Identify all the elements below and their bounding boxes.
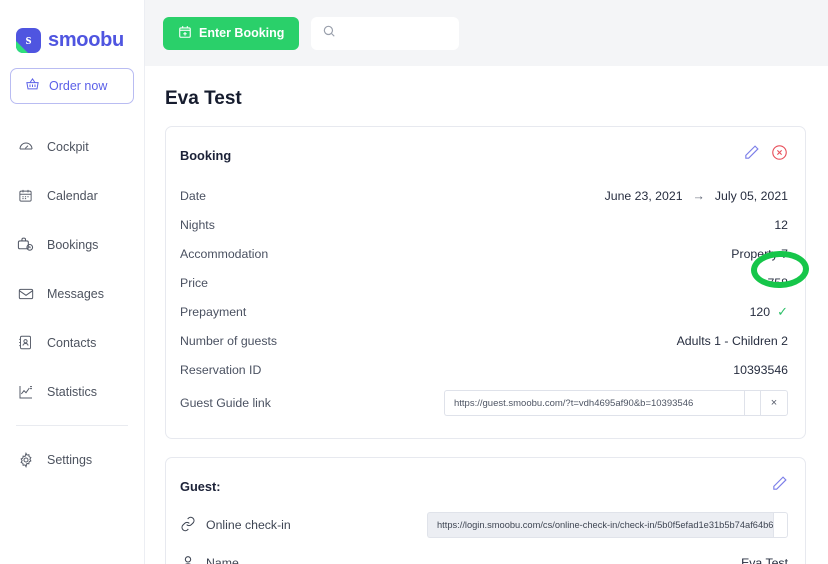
guest-name-value: Eva Test: [741, 556, 788, 564]
delete-circle-icon[interactable]: [771, 144, 788, 166]
row-label-group: Online check-in: [180, 516, 291, 535]
enter-booking-button[interactable]: Enter Booking: [163, 16, 300, 50]
booking-row-guests: Number of guests Adults 1 - Children 2: [180, 326, 788, 355]
row-value: 120 ✓: [750, 304, 788, 320]
row-label: Date: [180, 188, 206, 203]
pencil-icon[interactable]: [771, 475, 788, 497]
sidebar-item-label: Cockpit: [47, 139, 89, 154]
guest-guide-link-input[interactable]: https://guest.smoobu.com/?t=vdh4695af90&…: [444, 390, 744, 416]
order-now-label: Order now: [49, 79, 108, 93]
order-now-button[interactable]: Order now: [10, 68, 134, 104]
prepayment-amount: 120: [749, 304, 771, 319]
row-value: June 23, 2021 → July 05, 2021: [605, 189, 788, 203]
sidebar-item-label: Messages: [47, 286, 104, 301]
basket-icon: [25, 77, 40, 95]
calendar-icon: [17, 187, 34, 204]
guest-guide-link-group: https://guest.smoobu.com/?t=vdh4695af90&…: [444, 390, 788, 416]
sidebar-nav: Cockpit Calendar Bookings Messages Conta…: [0, 122, 144, 484]
search-icon: [322, 24, 336, 43]
cockpit-icon: [17, 138, 34, 155]
row-value: 12: [774, 217, 788, 232]
sidebar-item-label: Bookings: [47, 237, 99, 252]
guest-card-header: Guest:: [180, 475, 788, 497]
row-label: Reservation ID: [180, 362, 262, 377]
row-value: Property 7: [731, 246, 788, 261]
sidebar-item-settings[interactable]: Settings: [0, 435, 144, 484]
guest-name-label: Name: [206, 556, 239, 564]
page-title: Eva Test: [165, 88, 242, 109]
sidebar-item-label: Settings: [47, 452, 93, 467]
booking-card-actions: [743, 144, 788, 166]
brand-name: smoobu: [48, 28, 124, 51]
row-label: Prepayment: [180, 304, 247, 319]
app-root: s smoobu Order now Cockpit Calendar Book…: [0, 0, 828, 564]
sidebar-divider: [16, 425, 128, 426]
statistics-icon: [17, 383, 34, 400]
guest-row-online-checkin: Online check-in https://login.smoobu.com…: [180, 506, 788, 544]
gear-icon: [17, 451, 34, 468]
sidebar-item-bookings[interactable]: Bookings: [0, 220, 144, 269]
booking-row-reservation-id: Reservation ID 10393546: [180, 355, 788, 384]
close-icon[interactable]: ×: [760, 390, 788, 416]
main-content: Enter Booking Eva Test Booking Date June…: [145, 0, 828, 564]
date-to: July 05, 2021: [714, 188, 788, 203]
date-from: June 23, 2021: [604, 188, 683, 203]
contacts-icon: [17, 334, 34, 351]
row-value: 10393546: [733, 362, 788, 377]
search-input[interactable]: [344, 26, 445, 40]
online-checkin-link-input[interactable]: https://login.smoobu.com/cs/online-check…: [427, 512, 773, 538]
guest-guide-link-spacer: [744, 390, 760, 416]
booking-row-nights: Nights 12: [180, 210, 788, 239]
topbar: Enter Booking: [145, 0, 828, 66]
sidebar-item-messages[interactable]: Messages: [0, 269, 144, 318]
guest-card-title: Guest:: [180, 478, 221, 494]
calendar-plus-icon: [178, 25, 192, 42]
online-checkin-link-spacer: [773, 512, 788, 538]
person-icon: [180, 554, 196, 564]
smoobu-logo-icon: s: [16, 27, 41, 53]
guest-row-name: Name Eva Test: [180, 544, 788, 564]
sidebar-item-contacts[interactable]: Contacts: [0, 318, 144, 367]
booking-card-title: Booking: [180, 147, 232, 163]
sidebar-item-cockpit[interactable]: Cockpit: [0, 122, 144, 171]
brand-logo[interactable]: s smoobu: [0, 0, 144, 62]
row-label: Accommodation: [180, 246, 269, 261]
sidebar-item-label: Statistics: [47, 384, 98, 399]
online-checkin-link-group: https://login.smoobu.com/cs/online-check…: [427, 512, 788, 538]
sidebar: s smoobu Order now Cockpit Calendar Book…: [0, 0, 145, 564]
arrow-icon: →: [692, 188, 705, 203]
online-checkin-label: Online check-in: [206, 518, 291, 532]
booking-row-accommodation: Accommodation Property 7: [180, 239, 788, 268]
booking-row-guest-guide: Guest Guide link https://guest.smoobu.co…: [180, 384, 788, 422]
row-label: Price: [180, 275, 209, 290]
booking-row-price: Price 758: [180, 268, 788, 297]
row-label: Nights: [180, 217, 215, 232]
sidebar-item-label: Calendar: [47, 188, 98, 203]
enter-booking-label: Enter Booking: [199, 26, 285, 40]
bookings-icon: [17, 236, 34, 253]
booking-card: Booking Date June 23, 2021 → July 05, 20…: [165, 126, 806, 439]
sidebar-item-statistics[interactable]: Statistics: [0, 367, 144, 416]
row-label: Guest Guide link: [180, 396, 271, 410]
booking-row-date: Date June 23, 2021 → July 05, 2021: [180, 181, 788, 210]
row-label-group: Name: [180, 554, 239, 564]
booking-row-prepayment: Prepayment 120 ✓: [180, 297, 788, 326]
row-label: Number of guests: [180, 333, 278, 348]
guest-card: Guest: Online check-in https://login.smo…: [165, 457, 806, 564]
row-value: 758: [767, 275, 788, 290]
link-icon: [180, 516, 196, 535]
brand-mark-letter: s: [25, 31, 32, 48]
sidebar-item-calendar[interactable]: Calendar: [0, 171, 144, 220]
sidebar-item-label: Contacts: [47, 335, 97, 350]
envelope-icon: [17, 285, 34, 302]
booking-card-header: Booking: [180, 144, 788, 166]
pencil-icon[interactable]: [743, 144, 760, 166]
check-icon: ✓: [777, 303, 788, 319]
row-value: Adults 1 - Children 2: [676, 333, 788, 348]
search-box[interactable]: [311, 16, 460, 50]
